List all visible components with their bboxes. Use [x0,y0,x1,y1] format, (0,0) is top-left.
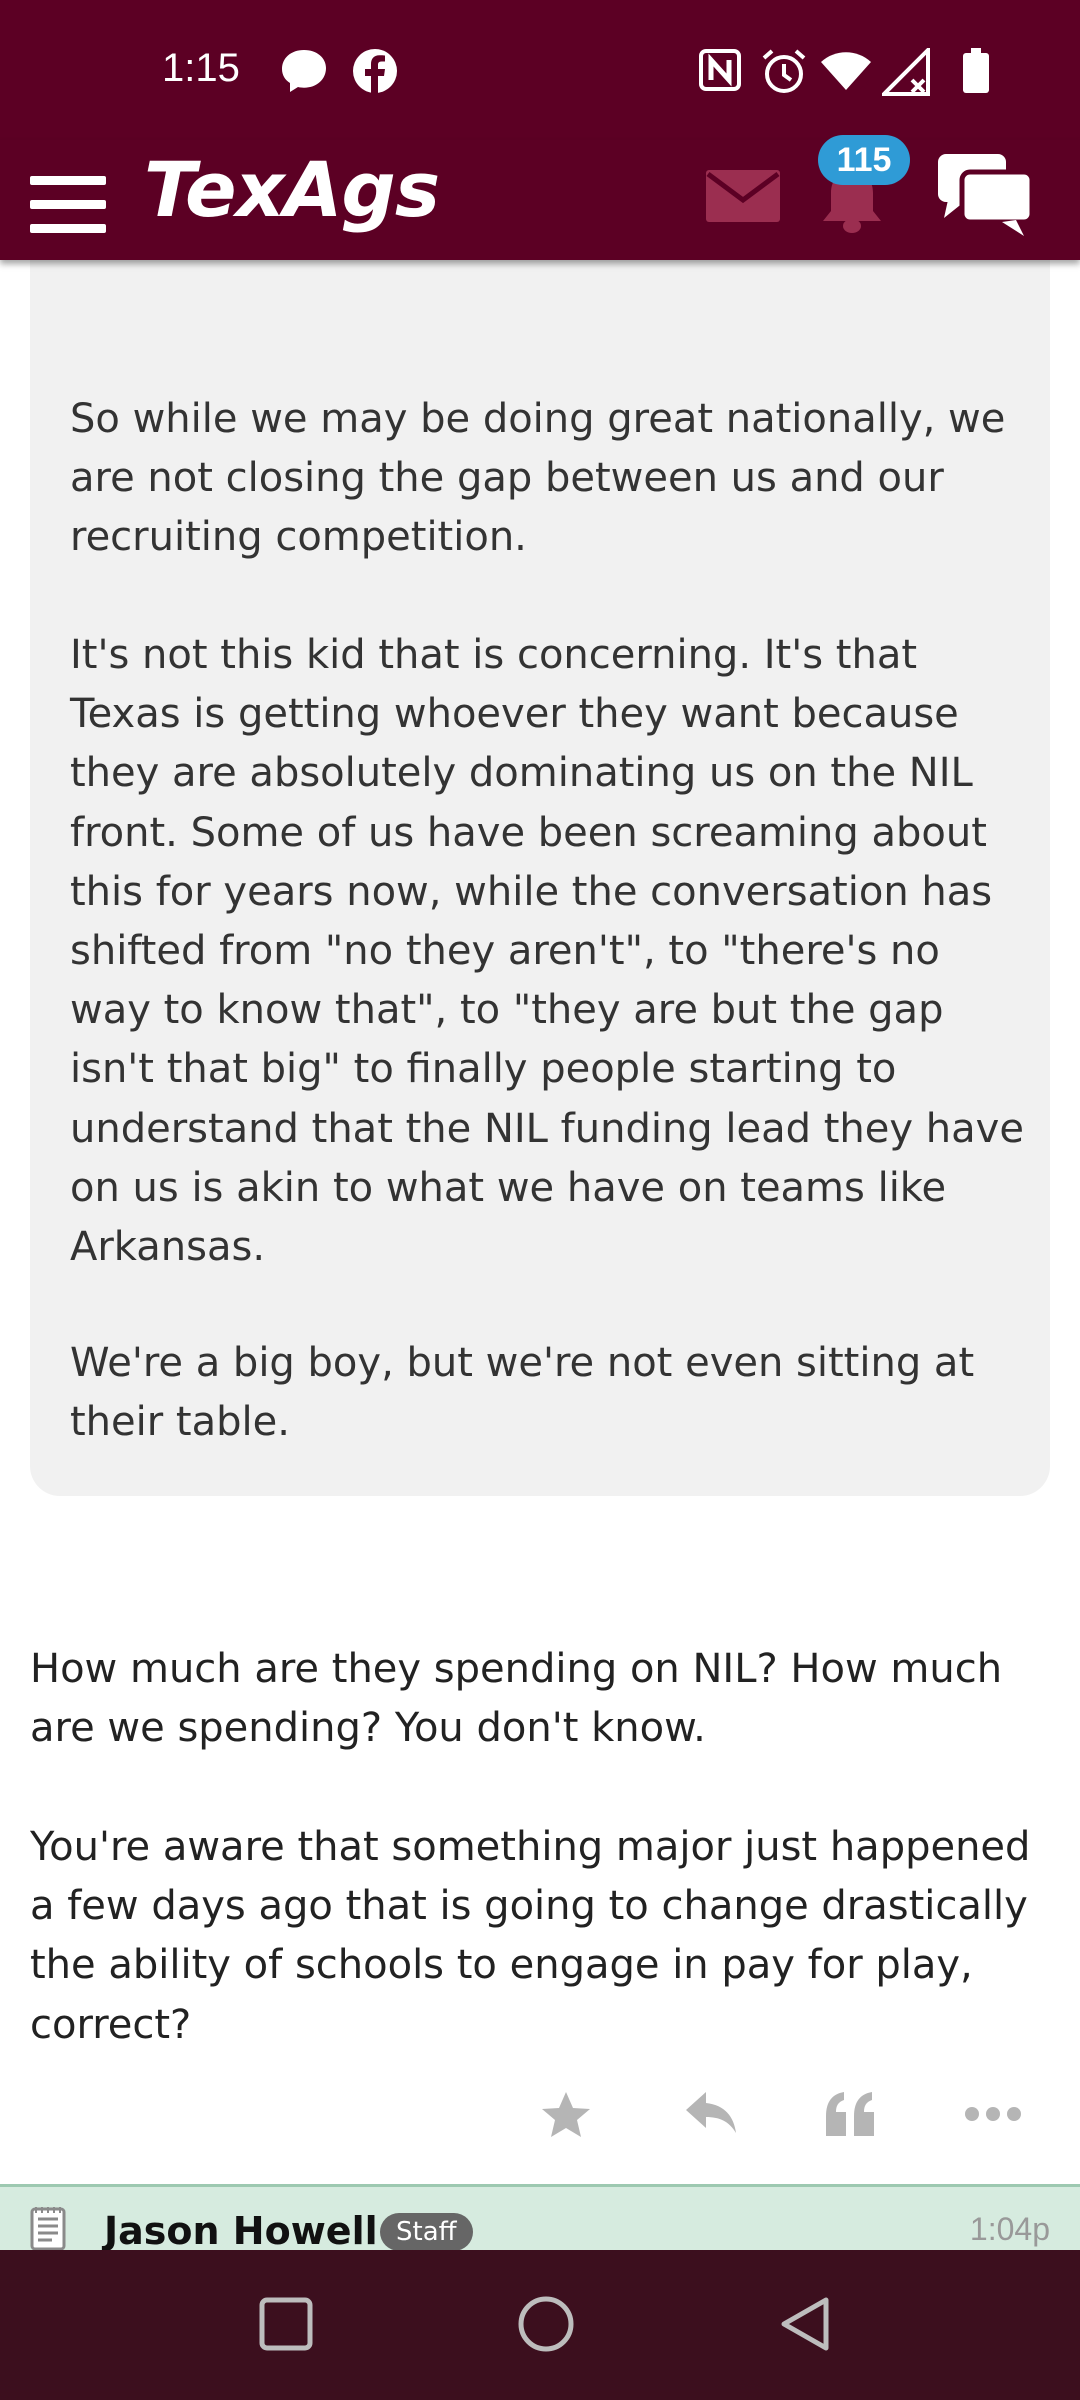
document-icon [30,2205,66,2255]
status-time: 1:15 [162,46,240,90]
facebook-icon [352,48,398,98]
menu-bar-bottom [30,224,106,233]
menu-button[interactable] [30,158,106,238]
staff-badge: Staff [380,2213,473,2251]
recents-button[interactable] [258,2296,314,2356]
reply-paragraph: How much are they spending on NIL? How m… [30,1646,1003,1752]
quoted-post: So while we may be doing great nationall… [30,230,1050,1496]
texags-logo[interactable]: TexAgs [144,145,440,234]
post-timestamp: 1:04p [969,2211,1050,2247]
app-header: TexAgs [0,140,1080,260]
next-post-header[interactable]: Jason Howell Staff 1:04p [0,2184,1080,2253]
quote-icon[interactable] [824,2090,876,2142]
menu-bar-middle [30,200,106,209]
alarm-icon [760,48,808,100]
home-button[interactable] [516,2294,576,2358]
quote-paragraph: It's not this kid that is concerning. It… [70,632,1024,1271]
author-name[interactable]: Jason Howell [104,2209,378,2253]
wifi-icon [820,48,872,96]
notification-badge[interactable]: 115 [818,135,910,185]
status-bar: 1:15 [0,0,1080,140]
navigation-bar [0,2250,1080,2400]
more-icon[interactable] [964,2104,1022,2128]
reply-icon[interactable] [684,2090,738,2140]
back-button[interactable] [776,2294,832,2358]
nfc-icon [698,48,742,96]
post-actions [540,2090,1060,2150]
chat-icon[interactable] [936,150,1036,244]
signal-icon [879,45,932,100]
menu-bar-top [30,176,106,185]
star-icon[interactable] [540,2090,592,2146]
battery-icon [962,48,990,98]
messenger-icon [280,48,328,98]
reply-paragraph: You're aware that something major just h… [30,1824,1031,2048]
quote-paragraph: So while we may be doing great nationall… [70,396,1006,561]
quote-paragraph: We're a big boy, but we're not even sitt… [70,1340,975,1446]
mail-icon[interactable] [706,170,780,226]
